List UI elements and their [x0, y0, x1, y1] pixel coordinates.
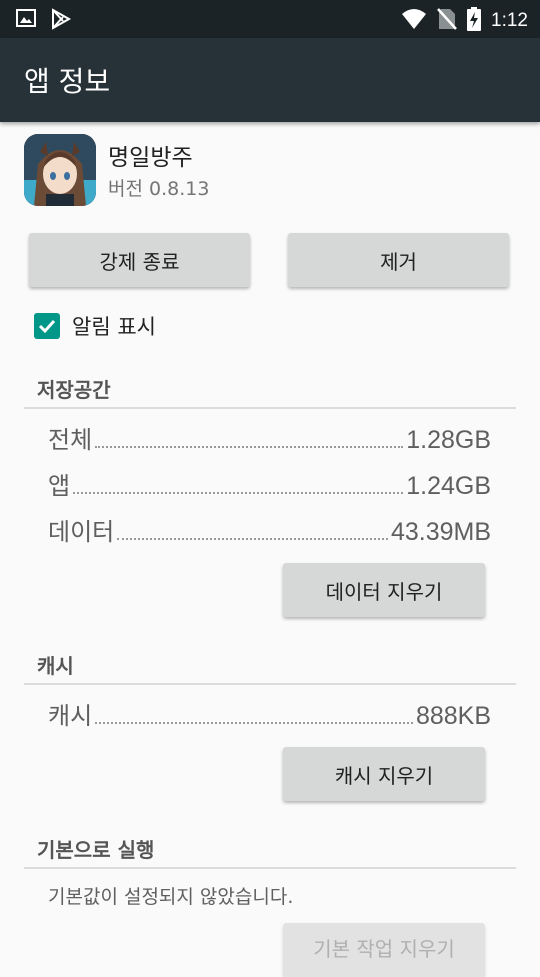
storage-row-total: 전체 1.28GB: [48, 421, 491, 455]
storage-row-label: 전체: [48, 426, 93, 454]
cache-divider: [24, 683, 516, 685]
wifi-icon: [401, 8, 427, 34]
app-version: 버전 0.8.13: [108, 178, 210, 200]
storage-section-title: 저장공간: [37, 378, 111, 402]
storage-row-value: 43.39MB: [390, 518, 491, 546]
battery-charging-icon: [467, 7, 482, 35]
storage-row-data: 데이터 43.39MB: [48, 513, 491, 547]
launch-default-section-title: 기본으로 실행: [37, 838, 155, 862]
status-bar: 1:12: [0, 0, 540, 38]
storage-row-app: 앱 1.24GB: [48, 467, 491, 501]
storage-row-label: 데이터: [48, 518, 115, 546]
storage-row-value: 1.28GB: [406, 426, 491, 454]
cache-row-label: 캐시: [48, 702, 93, 730]
play-store-icon: [50, 8, 72, 34]
image-icon: [16, 8, 36, 34]
app-name: 명일방주: [108, 145, 193, 171]
uninstall-button[interactable]: 제거: [288, 233, 509, 287]
no-sim-icon: [437, 8, 457, 34]
storage-divider: [24, 407, 516, 409]
page-title: 앱 정보: [24, 65, 111, 98]
show-notifications-row[interactable]: 알림 표시: [34, 311, 156, 341]
show-notifications-checkbox[interactable]: [34, 313, 60, 339]
clear-data-button[interactable]: 데이터 지우기: [283, 563, 485, 617]
leader-dots: [95, 722, 413, 724]
storage-row-label: 앱: [48, 472, 71, 500]
show-notifications-label: 알림 표시: [72, 315, 156, 339]
leader-dots: [117, 538, 388, 540]
clear-defaults-button[interactable]: 기본 작업 지우기: [283, 923, 485, 977]
app-bar: 앱 정보: [0, 38, 540, 122]
cache-section-title: 캐시: [37, 654, 74, 678]
status-time: 1:12: [491, 10, 528, 31]
cache-row: 캐시 888KB: [48, 697, 491, 731]
app-icon: [24, 134, 96, 206]
clear-cache-button[interactable]: 캐시 지우기: [283, 747, 485, 801]
app-header: 명일방주 버전 0.8.13: [24, 134, 524, 206]
leader-dots: [95, 446, 404, 448]
leader-dots: [73, 492, 404, 494]
cache-row-value: 888KB: [415, 702, 491, 730]
launch-default-divider: [24, 867, 516, 869]
check-icon: [38, 319, 56, 334]
storage-row-value: 1.24GB: [406, 472, 491, 500]
launch-default-description: 기본값이 설정되지 않았습니다.: [48, 886, 294, 908]
force-stop-button[interactable]: 강제 종료: [29, 233, 250, 287]
